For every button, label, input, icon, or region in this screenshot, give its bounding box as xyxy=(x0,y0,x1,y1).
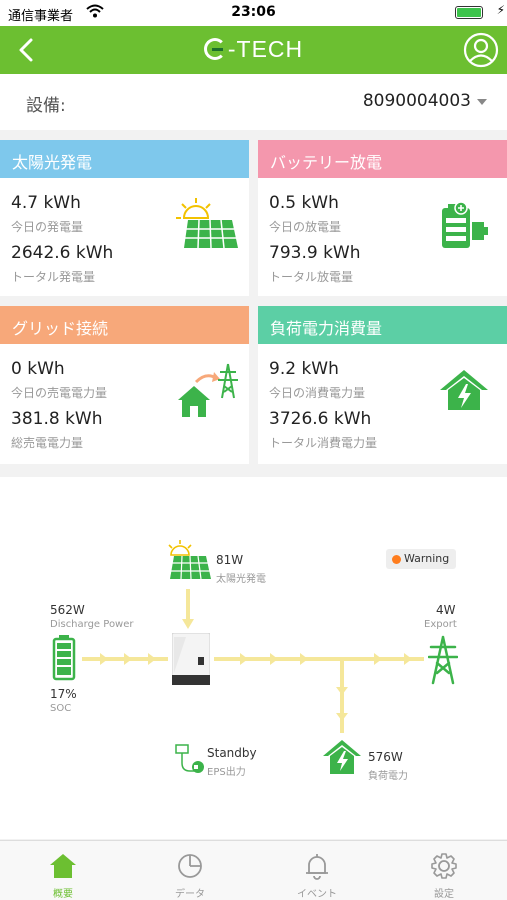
battery-total-value: 793.9 kWh xyxy=(269,243,361,263)
grid-card-title: グリッド接続 xyxy=(0,306,249,344)
tab-events-label: イベント xyxy=(297,889,337,900)
device-selector[interactable]: 設備: 8090004003 xyxy=(0,74,507,130)
solar-today-value: 4.7 kWh xyxy=(11,193,81,213)
charging-icon: ⚡ xyxy=(496,3,505,17)
brand-text: -TECH xyxy=(227,36,304,62)
gear-icon xyxy=(431,853,457,879)
load-today-label: 今日の消費電力量 xyxy=(269,386,366,400)
tab-settings-label: 設定 xyxy=(434,889,454,900)
battery-card-title: バッテリー放電 xyxy=(258,140,507,178)
load-card: 負荷電力消費量 9.2 kWh 今日の消費電力量 3726.6 kWh トータル… xyxy=(258,306,507,464)
battery-total-label: トータル放電量 xyxy=(269,270,354,284)
solar-card: 太陽光発電 4.7 kWh 今日の発電量 2642.6 kWh トータル発電量 xyxy=(0,140,249,296)
home-icon xyxy=(50,854,76,878)
battery-card: バッテリー放電 0.5 kWh 今日の放電量 793.9 kWh トータル放電量 xyxy=(258,140,507,296)
clock: 23:06 xyxy=(231,4,276,20)
load-total-value: 3726.6 kWh xyxy=(269,409,372,429)
solar-total-label: トータル発電量 xyxy=(11,270,96,284)
dropdown-caret-icon xyxy=(477,99,487,105)
logo-g-icon xyxy=(203,38,226,60)
load-today-value: 9.2 kWh xyxy=(269,359,339,379)
grid-total-value: 381.8 kWh xyxy=(11,409,103,429)
bell-icon xyxy=(306,854,328,880)
tab-overview-label: 概要 xyxy=(53,889,73,900)
load-total-label: トータル消費電力量 xyxy=(269,436,378,450)
grid-export-icon xyxy=(178,363,238,417)
battery-today-value: 0.5 kWh xyxy=(269,193,339,213)
solar-card-title: 太陽光発電 xyxy=(0,140,249,178)
device-id: 8090004003 xyxy=(362,91,471,111)
brand-logo: -TECH xyxy=(0,36,507,63)
user-profile-icon[interactable] xyxy=(463,32,499,68)
grid-today-label: 今日の売電電力量 xyxy=(11,386,108,400)
energy-flow-diagram: Warning 81W 太陽光発電 562W Discharge Power 1… xyxy=(0,477,507,839)
device-label: 設備: xyxy=(26,96,66,116)
tab-data[interactable]: データ xyxy=(127,841,253,900)
tab-settings[interactable]: 設定 xyxy=(381,841,507,900)
battery-today-label: 今日の放電量 xyxy=(269,220,342,234)
status-bar: 通信事業者 23:06 ⚡ xyxy=(0,0,507,26)
solar-total-value: 2642.6 kWh xyxy=(11,243,114,263)
grid-total-label: 総売電電力量 xyxy=(11,436,84,450)
grid-card: グリッド接続 0 kWh 今日の売電電力量 381.8 kWh 総売電電力量 xyxy=(0,306,249,464)
home-power-icon xyxy=(440,370,488,410)
grid-today-value: 0 kWh xyxy=(11,359,65,379)
tab-events[interactable]: イベント xyxy=(254,841,380,900)
solar-panel-icon xyxy=(176,198,238,249)
battery-icon xyxy=(455,6,483,19)
tab-bar: 概要 データ イベント 設定 xyxy=(0,840,507,900)
flow-arrows xyxy=(82,589,424,733)
tab-data-label: データ xyxy=(175,889,205,900)
nav-bar: -TECH xyxy=(0,26,507,74)
pie-chart-icon xyxy=(178,854,202,878)
tab-overview[interactable]: 概要 xyxy=(0,841,126,900)
load-card-title: 負荷電力消費量 xyxy=(258,306,507,344)
solar-today-label: 今日の発電量 xyxy=(11,220,84,234)
battery-discharge-icon xyxy=(442,201,488,248)
